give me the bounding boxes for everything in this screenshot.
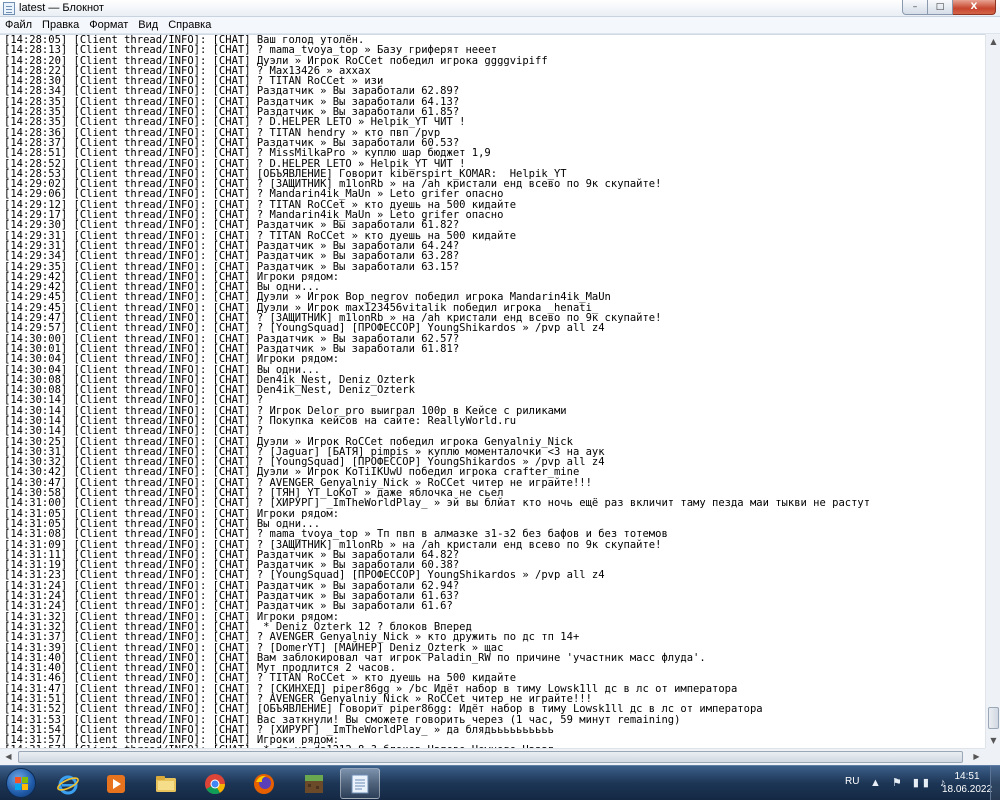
clock[interactable]: 14:51 18.06.2022 bbox=[940, 770, 994, 796]
media-player-icon bbox=[107, 774, 125, 793]
taskbar-firefox[interactable] bbox=[244, 768, 284, 799]
text-line: [14:29:34] [Client thread/INFO]: [CHAT] … bbox=[4, 250, 460, 263]
menu-edit[interactable]: Правка bbox=[37, 17, 84, 33]
firefox-icon bbox=[254, 773, 274, 794]
taskbar-notepad[interactable] bbox=[340, 768, 380, 799]
window-title: latest — Блокнот bbox=[19, 2, 104, 14]
scroll-left-arrow-icon[interactable]: ◀ bbox=[0, 749, 17, 766]
minimize-button[interactable]: – bbox=[902, 0, 928, 15]
horizontal-scroll-thumb[interactable] bbox=[18, 751, 963, 763]
title-bar[interactable]: latest — Блокнот – □ X bbox=[0, 0, 1000, 17]
system-tray: RU ▲ ⚑ ▮▮ ♪ 14:51 18.06.2022 bbox=[840, 766, 1000, 800]
text-editor[interactable]: [14:28:05] [Client thread/INFO]: [CHAT] … bbox=[0, 34, 985, 748]
maximize-button[interactable]: □ bbox=[928, 0, 953, 15]
text-line: [14:31:08] [Client thread/INFO]: [CHAT] … bbox=[4, 528, 668, 541]
show-desktop-button[interactable] bbox=[990, 766, 1000, 800]
taskbar-chrome[interactable] bbox=[195, 768, 235, 799]
start-button[interactable] bbox=[6, 768, 36, 798]
menu-view[interactable]: Вид bbox=[133, 17, 163, 33]
clock-time: 14:51 bbox=[954, 771, 980, 782]
close-button[interactable]: X bbox=[953, 0, 996, 15]
scroll-right-arrow-icon[interactable]: ▶ bbox=[968, 749, 985, 766]
language-indicator[interactable]: RU bbox=[845, 776, 859, 787]
menu-bar: Файл Правка Формат Вид Справка bbox=[0, 17, 1000, 34]
scroll-down-arrow-icon[interactable]: ▼ bbox=[986, 733, 1000, 748]
size-grip bbox=[985, 748, 1000, 765]
text-content: [14:28:05] [Client thread/INFO]: [CHAT] … bbox=[0, 35, 985, 748]
taskbar-internet-explorer[interactable] bbox=[48, 768, 88, 799]
taskbar-minecraft[interactable] bbox=[294, 768, 334, 799]
menu-help[interactable]: Справка bbox=[163, 17, 216, 33]
windows-logo-icon bbox=[15, 777, 28, 790]
menu-file[interactable]: Файл bbox=[0, 17, 37, 33]
chrome-icon bbox=[205, 773, 226, 794]
clock-date: 18.06.2022 bbox=[941, 784, 993, 795]
text-line: [14:30:04] [Client thread/INFO]: [CHAT] … bbox=[4, 353, 340, 366]
text-line: [14:31:37] [Client thread/INFO]: [CHAT] … bbox=[4, 631, 580, 644]
notepad-app-icon bbox=[351, 774, 369, 793]
scroll-up-arrow-icon[interactable]: ▲ bbox=[986, 34, 1000, 49]
window-controls: – □ X bbox=[902, 0, 996, 15]
folder-icon bbox=[156, 775, 176, 792]
vertical-scrollbar[interactable]: ▲ ▼ bbox=[985, 34, 1000, 748]
menu-format[interactable]: Формат bbox=[84, 17, 133, 33]
horizontal-scrollbar[interactable]: ◀ ▶ bbox=[0, 748, 985, 765]
vertical-scroll-thumb[interactable] bbox=[988, 707, 999, 729]
notepad-icon bbox=[3, 2, 15, 15]
taskbar: RU ▲ ⚑ ▮▮ ♪ 14:51 18.06.2022 bbox=[0, 765, 1000, 800]
internet-explorer-icon bbox=[57, 775, 79, 794]
tray-icons[interactable]: ▲ ⚑ ▮▮ ♪ bbox=[870, 776, 950, 789]
taskbar-media-player[interactable] bbox=[96, 768, 136, 799]
minecraft-icon bbox=[305, 774, 323, 793]
taskbar-file-explorer[interactable] bbox=[146, 768, 186, 799]
